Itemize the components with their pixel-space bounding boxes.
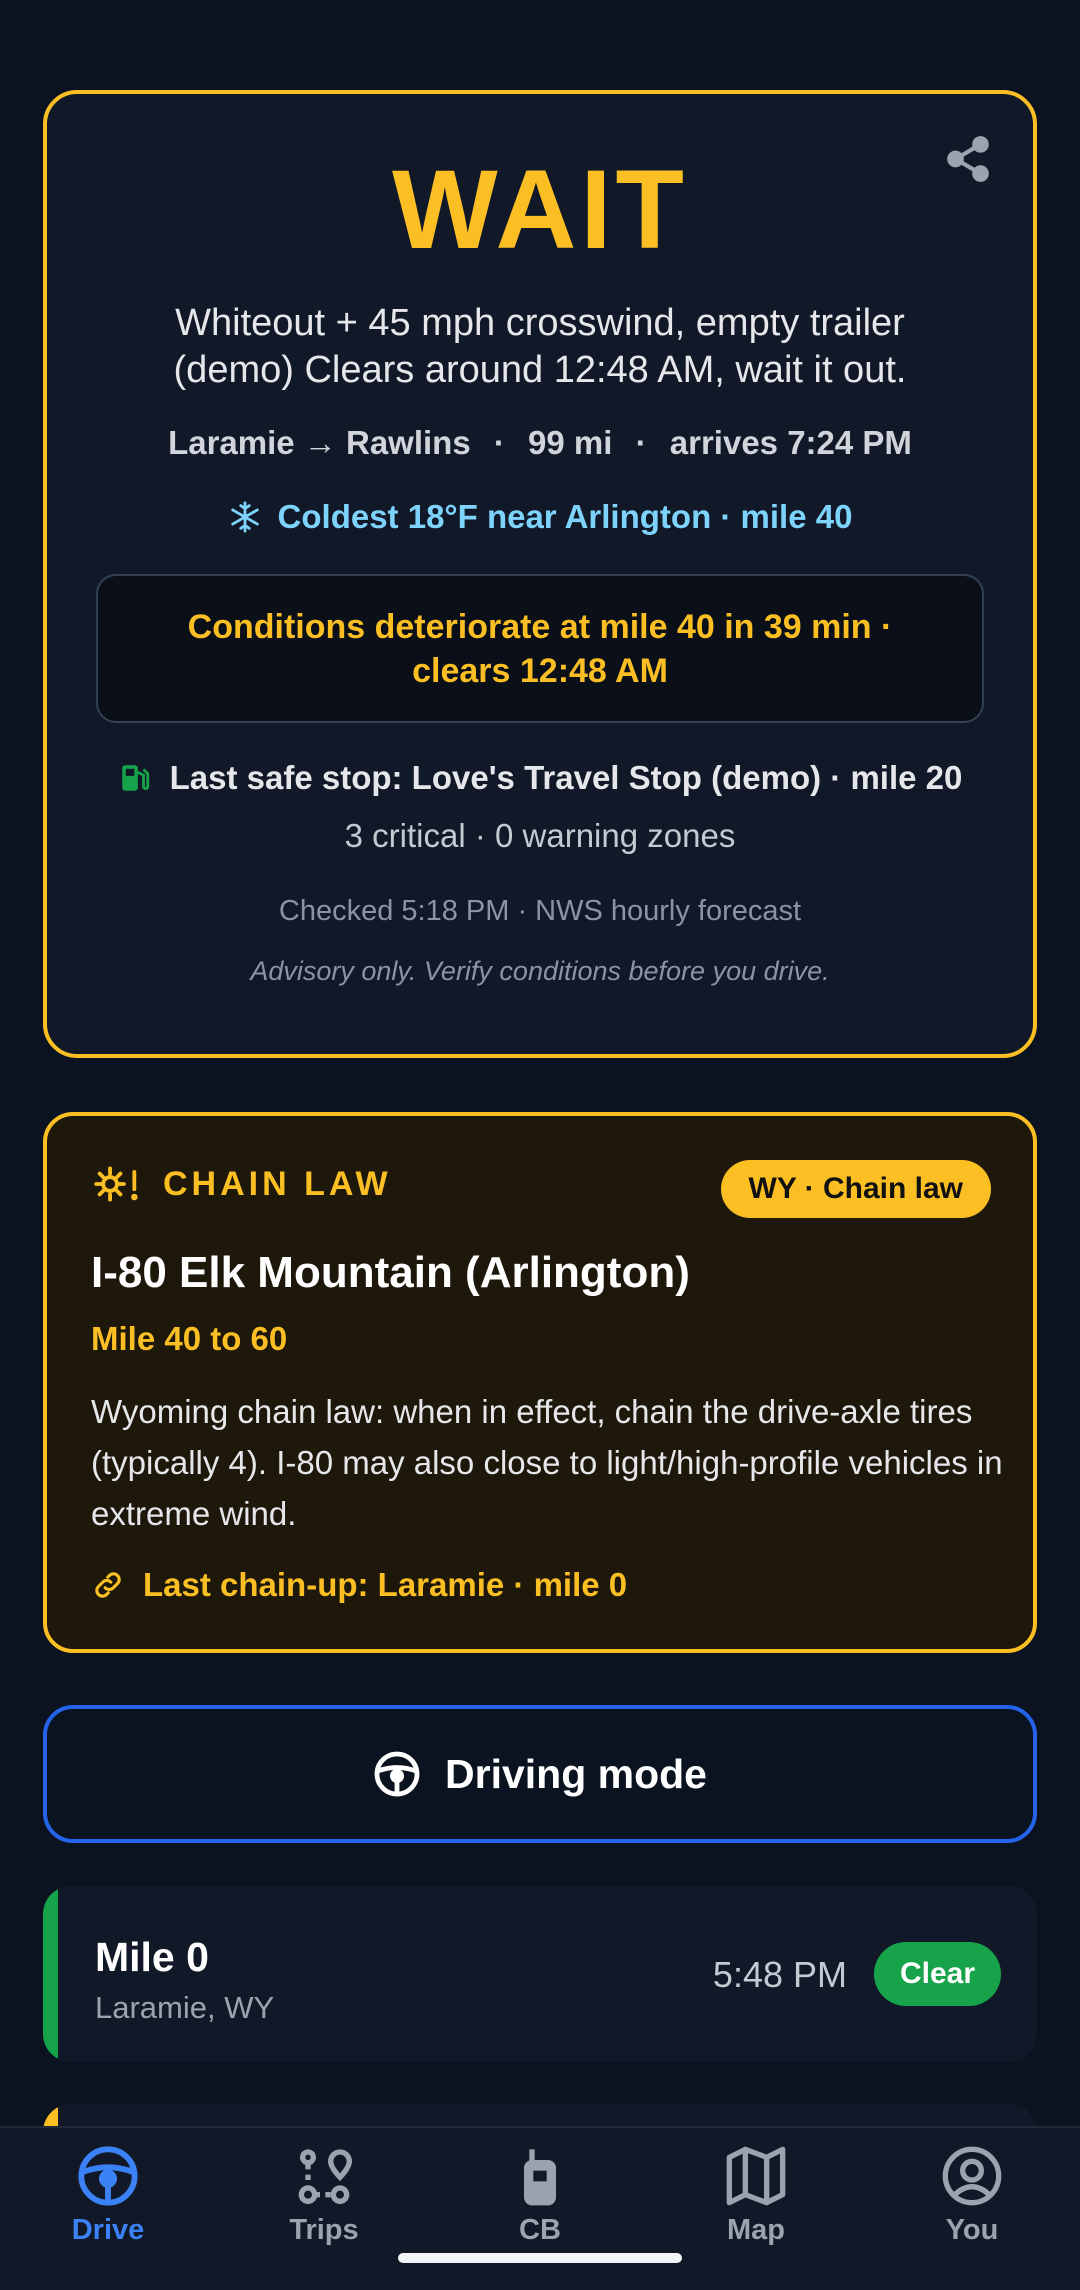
coldest-text: Coldest 18°F near Arlington · mile 40	[277, 498, 853, 535]
last-chain-up-text: Last chain-up: Laramie · mile 0	[143, 1566, 628, 1603]
nav-map-label: Map	[727, 2214, 785, 2246]
steering-wheel-icon	[374, 1751, 420, 1797]
link-icon	[95, 1572, 121, 1598]
chain-law-miles: Mile 40 to 60	[91, 1320, 288, 1357]
steering-wheel-icon	[78, 2146, 138, 2206]
nav-trips-label: Trips	[289, 2214, 359, 2246]
chain-law-header: CHAIN LAW	[91, 1160, 392, 1208]
nav-you[interactable]: You	[864, 2128, 1080, 2247]
zones-summary: 3 critical · 0 warning zones	[344, 817, 736, 854]
nav-cb[interactable]: CB	[432, 2128, 648, 2247]
chain-law-card[interactable]: CHAIN LAW WY · Chain law I-80 Elk Mounta…	[43, 1112, 1037, 1653]
segment-status-bar	[43, 1886, 58, 2062]
segment-time: 5:48 PM	[712, 1954, 847, 1995]
chain-warning-icon	[94, 1166, 138, 1202]
last-safe-stop-text: Last safe stop: Love's Travel Stop (demo…	[169, 759, 963, 796]
route-to: Rawlins	[345, 424, 471, 461]
status-card: WAIT Whiteout + 45 mph crosswind, empty …	[43, 90, 1037, 1058]
chain-law-title: I-80 Elk Mountain (Arlington)	[91, 1248, 690, 1297]
chain-law-label: CHAIN LAW	[163, 1164, 392, 1203]
last-safe-stop: Last safe stop: Love's Travel Stop (demo…	[47, 759, 1033, 797]
share-icon[interactable]	[943, 134, 993, 184]
checked-timestamp: Checked 5:18 PM · NWS hourly forecast	[278, 895, 802, 927]
snowflake-icon	[230, 501, 259, 533]
chain-law-badge: WY · Chain law	[720, 1160, 991, 1218]
user-circle-icon	[942, 2146, 1002, 2206]
nav-you-label: You	[945, 2214, 999, 2246]
map-icon	[726, 2146, 786, 2206]
route-arrow: →	[303, 424, 337, 461]
segment-status-badge: Clear	[873, 1942, 1001, 2006]
home-indicator[interactable]	[398, 2253, 682, 2263]
nav-drive-label: Drive	[71, 2214, 145, 2246]
nav-trips[interactable]: Trips	[216, 2128, 432, 2247]
last-chain-up: Last chain-up: Laramie · mile 0	[91, 1566, 627, 1604]
fuel-pump-icon	[121, 765, 149, 791]
segment-row[interactable]: Mile 0 Laramie, WY 5:48 PM Clear	[43, 1886, 1037, 2062]
verdict: WAIT	[392, 147, 688, 272]
verdict-reason: Whiteout + 45 mph crosswind, empty trail…	[173, 302, 907, 391]
route-distance: 99 mi	[528, 424, 613, 461]
segment-place: Laramie, WY	[95, 1990, 275, 2025]
route-summary: Laramie → Rawlins · 99 mi · arrives 7:24…	[168, 424, 912, 461]
route-icon	[298, 2149, 353, 2204]
driving-mode-button[interactable]: Driving mode	[43, 1705, 1037, 1843]
advisory-note: Advisory only. Verify conditions before …	[250, 956, 830, 986]
nav-map[interactable]: Map	[648, 2128, 864, 2247]
chain-law-description: Wyoming chain law: when in effect, chain…	[91, 1393, 1003, 1532]
bottom-nav: Drive Trips CB Map You	[0, 2126, 1080, 2290]
segment-mile: Mile 0	[95, 1934, 209, 1980]
coldest-point: Coldest 18°F near Arlington · mile 40	[47, 498, 1033, 536]
driving-mode-label: Driving mode	[445, 1750, 707, 1797]
radio-icon	[524, 2149, 556, 2206]
nav-cb-label: CB	[519, 2214, 561, 2246]
route-arrival: arrives 7:24 PM	[669, 424, 912, 461]
nav-drive[interactable]: Drive	[0, 2128, 216, 2247]
deteriorate-alert: Conditions deteriorate at mile 40 in 39 …	[96, 574, 984, 723]
route-from: Laramie	[168, 424, 295, 461]
